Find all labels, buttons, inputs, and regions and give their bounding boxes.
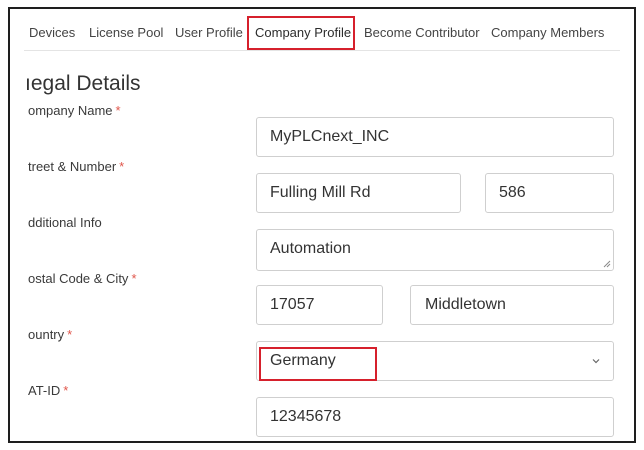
required-mark: * [131, 271, 137, 286]
section-title: ıegal Details [25, 72, 141, 95]
active-tab-highlight [247, 16, 355, 50]
vat-id-label: AT-ID * [28, 383, 69, 398]
postal-code-input[interactable]: 17057 [256, 285, 383, 325]
city-input[interactable]: Middletown [410, 285, 614, 325]
required-mark: * [67, 327, 73, 342]
company-name-label: ompany Name * [28, 103, 121, 118]
country-highlight [259, 347, 377, 381]
resize-handle-icon[interactable] [603, 260, 611, 268]
additional-info-textarea[interactable]: Automation [256, 229, 614, 271]
tab-divider [24, 50, 620, 51]
additional-info-label: dditional Info [28, 215, 102, 230]
vat-id-input[interactable]: 12345678 [256, 397, 614, 437]
company-name-input[interactable]: MyPLCnext_INC [256, 117, 614, 157]
tab-devices[interactable]: Devices [29, 25, 75, 41]
company-profile-window: Devices License Pool User Profile Compan… [8, 7, 636, 443]
street-number-label: treet & Number * [28, 159, 125, 174]
required-mark: * [115, 103, 121, 118]
additional-info-value: Automation [270, 240, 351, 257]
required-mark: * [63, 383, 69, 398]
required-mark: * [119, 159, 125, 174]
city-value: Middletown [425, 296, 506, 313]
tab-license-pool[interactable]: License Pool [89, 25, 163, 41]
profile-tab-bar: Devices License Pool User Profile Compan… [10, 9, 634, 51]
tab-become-contributor[interactable]: Become Contributor [364, 25, 480, 41]
chevron-down-icon [592, 359, 600, 364]
postal-city-label: ostal Code & City * [28, 271, 137, 286]
tab-user-profile[interactable]: User Profile [175, 25, 243, 41]
tab-company-members[interactable]: Company Members [491, 25, 604, 41]
street-input[interactable]: Fulling Mill Rd [256, 173, 461, 213]
street-number-input[interactable]: 586 [485, 173, 614, 213]
country-label: ountry * [28, 327, 73, 342]
